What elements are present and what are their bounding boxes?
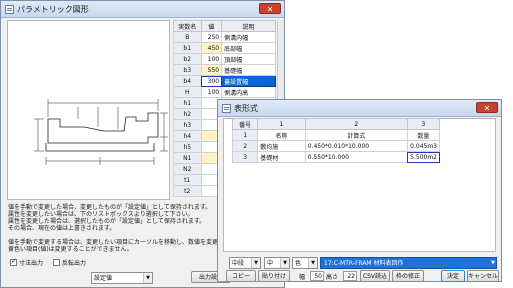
chevron-down-icon: ▼ <box>143 273 152 283</box>
layer-select[interactable]: 17:C-MTR-FRAM 材料表回作 <box>320 257 497 269</box>
param-value[interactable]: 450 <box>200 42 223 54</box>
table-row[interactable]: H 100 側溝内高 <box>173 86 276 98</box>
vertical-align-select[interactable]: 中段 ▼ <box>229 257 261 269</box>
spreadsheet-table: 番号 1 2 3 1 名称 計算式 数量 2 敷均施 0.450*0.010*1… <box>231 118 441 163</box>
app-icon <box>5 4 14 14</box>
mirror-output-checkbox[interactable]: 反転出力 <box>53 258 86 267</box>
app-icon <box>222 103 231 113</box>
chevron-down-icon: ▼ <box>280 258 289 268</box>
table-row[interactable]: 1 名称 計算式 数量 <box>231 129 441 141</box>
checkbox-box[interactable] <box>10 257 17 266</box>
param-key: t2 <box>173 185 202 197</box>
param-value[interactable]: 300 <box>200 75 223 87</box>
col-header-1[interactable]: 1 <box>257 118 306 130</box>
cell[interactable]: 敷均施 <box>257 140 306 152</box>
horizontal-align-select[interactable]: 中 ▼ <box>264 257 290 269</box>
setting-value-select[interactable]: 設定値 ▼ <box>91 272 153 284</box>
param-key: B <box>173 31 202 43</box>
table-titlebar[interactable]: 表形式 ✕ <box>218 100 501 117</box>
checkbox-label: 反転出力 <box>62 260 87 267</box>
copy-button[interactable]: コピー <box>226 270 256 282</box>
param-value[interactable]: 250 <box>200 31 223 43</box>
select-value: 中 <box>267 260 274 267</box>
shape-preview <box>7 20 170 200</box>
table-row[interactable]: b1 450 底部幅 <box>173 42 276 54</box>
parametric-titlebar[interactable]: パラメトリック図形 ✕ <box>1 1 284 18</box>
cell[interactable]: 基礎材 <box>257 151 306 163</box>
param-key: b3 <box>173 64 202 76</box>
close-button[interactable]: ✕ <box>476 102 498 113</box>
col-header-desc: 説明 <box>221 20 276 32</box>
width-input[interactable]: 50 <box>310 271 324 281</box>
table-row[interactable]: 2 敷均施 0.450*0.010*10.000 0.045m3 <box>231 140 441 152</box>
col-header-3[interactable]: 3 <box>406 118 441 130</box>
table-row-selected[interactable]: b4 300 蓋設置幅 <box>173 75 276 87</box>
param-key: h4 <box>173 130 202 142</box>
checkbox-label: 寸法出力 <box>19 260 44 267</box>
cell[interactable]: 0.045m3 <box>406 140 441 152</box>
height-input[interactable]: 22 <box>343 271 357 281</box>
row-number: 3 <box>231 151 259 163</box>
col-header-name: 実数名 <box>173 20 202 32</box>
paste-button[interactable]: 貼り付け <box>258 270 290 282</box>
param-key: h3 <box>173 119 202 131</box>
param-desc: 頂部幅 <box>221 53 276 65</box>
help-text-6: 黄色い項目(値)は変更することができません。 <box>8 246 133 253</box>
fix-frame-button[interactable]: 枠の修正 <box>392 270 424 282</box>
select-value: 設定値 <box>94 275 113 282</box>
param-key: h5 <box>173 141 202 153</box>
col-header-value: 値 <box>200 20 223 32</box>
cell[interactable]: 名称 <box>257 129 306 141</box>
chevron-down-icon: ▼ <box>308 258 317 268</box>
row-number: 2 <box>231 140 259 152</box>
param-key: h2 <box>173 108 202 120</box>
param-desc: 基礎幅 <box>221 64 276 76</box>
csv-import-button[interactable]: CSV読込 <box>360 270 390 282</box>
param-key: b2 <box>173 53 202 65</box>
param-value[interactable]: 550 <box>200 64 223 76</box>
width-label: 幅 <box>299 274 306 281</box>
col-header-2[interactable]: 2 <box>304 118 408 130</box>
cell[interactable]: 数量 <box>406 129 441 141</box>
param-desc: 底部幅 <box>221 42 276 54</box>
param-key: b1 <box>173 42 202 54</box>
window-title: 表形式 <box>234 103 258 113</box>
param-key: N2 <box>173 163 202 175</box>
close-button[interactable]: ✕ <box>259 3 281 14</box>
cell-selected[interactable]: 5.500m2 <box>406 151 441 163</box>
param-key: N1 <box>173 152 202 164</box>
window-title: パラメトリック図形 <box>17 4 89 14</box>
checkbox-box[interactable] <box>53 259 60 266</box>
param-value[interactable]: 100 <box>200 53 223 65</box>
table-row[interactable]: b2 100 頂部幅 <box>173 53 276 65</box>
dimension-output-checkbox[interactable]: 寸法出力 <box>10 257 44 267</box>
color-select[interactable]: 色 ▼ <box>292 257 318 269</box>
chevron-down-icon: ▼ <box>251 258 260 268</box>
row-number: 1 <box>231 129 259 141</box>
param-value[interactable]: 100 <box>200 86 223 98</box>
ok-button[interactable]: 決定 <box>441 270 465 282</box>
param-desc: 側溝内高 <box>221 86 276 98</box>
table-row[interactable]: B 250 側溝内幅 <box>173 31 276 43</box>
table-row[interactable]: 3 基礎材 0.550*10.000 5.500m2 <box>231 151 441 163</box>
shape-drawing <box>34 99 168 165</box>
select-value: 中段 <box>232 260 245 267</box>
param-key: h1 <box>173 97 202 109</box>
help-text-4: その場合、現在の値は上書きされます。 <box>8 225 116 232</box>
select-value: 色 <box>295 260 302 267</box>
cell[interactable]: 0.550*10.000 <box>304 151 408 163</box>
col-header-number: 番号 <box>231 118 259 130</box>
param-key: b4 <box>173 75 202 87</box>
height-label: 高さ <box>326 274 339 281</box>
cancel-button[interactable]: キャンセル <box>467 270 499 282</box>
cell[interactable]: 計算式 <box>304 129 408 141</box>
cell[interactable]: 0.450*0.010*10.000 <box>304 140 408 152</box>
table-row[interactable]: b3 550 基礎幅 <box>173 64 276 76</box>
param-desc: 蓋設置幅 <box>221 75 276 87</box>
param-desc: 側溝内幅 <box>221 31 276 43</box>
param-key: t1 <box>173 174 202 186</box>
param-key: H <box>173 86 202 98</box>
